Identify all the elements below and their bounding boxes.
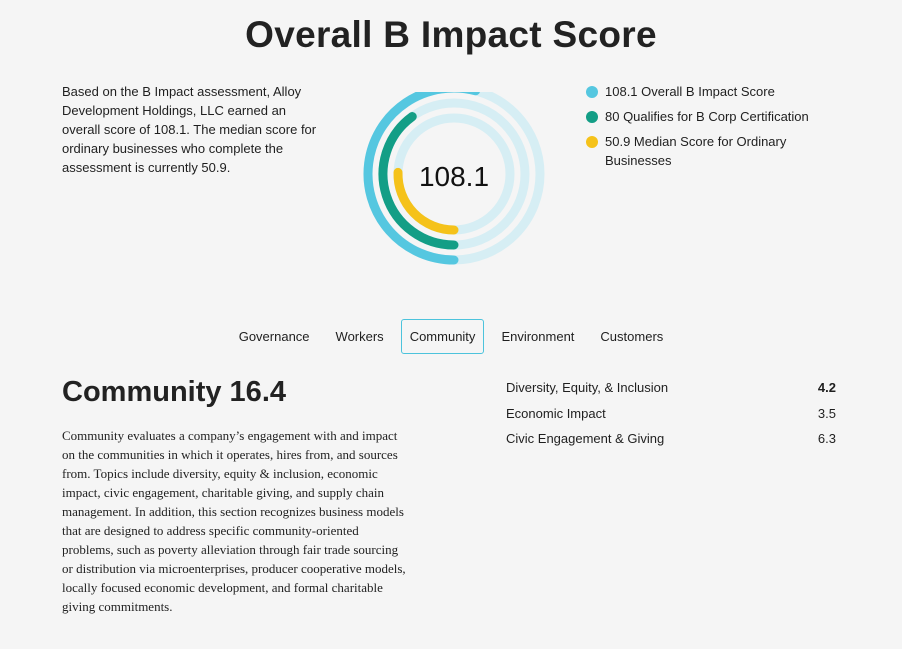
subscore-value: 4.2 bbox=[817, 380, 836, 395]
legend-label: 80 Qualifies for B Corp Certification bbox=[605, 109, 809, 124]
tab-customers[interactable]: Customers bbox=[591, 319, 672, 354]
legend-item-certification: 80 Qualifies for B Corp Certification bbox=[586, 107, 826, 126]
subscore-label: Diversity, Equity, & Inclusion bbox=[506, 380, 669, 395]
impact-area-tabs: Governance Workers Community Environment… bbox=[0, 319, 902, 354]
legend-label: 108.1 Overall B Impact Score bbox=[605, 84, 775, 99]
score-radial-chart: 108.1 bbox=[363, 92, 545, 265]
score-intro-text: Based on the B Impact assessment, Alloy … bbox=[62, 84, 317, 175]
legend-label: 50.9 Median Score for Ordinary Businesse… bbox=[605, 134, 787, 168]
legend-item-overall: 108.1 Overall B Impact Score bbox=[586, 82, 826, 101]
legend-dot-icon bbox=[586, 86, 598, 98]
tab-community[interactable]: Community bbox=[400, 319, 485, 354]
subscore-value: 3.5 bbox=[817, 405, 836, 421]
donut-center-score: 108.1 bbox=[419, 161, 489, 192]
subscore-list: Diversity, Equity, & Inclusion 4.2 Econo… bbox=[506, 378, 836, 455]
legend-item-median: 50.9 Median Score for Ordinary Businesse… bbox=[586, 132, 826, 170]
subscore-label: Civic Engagement & Giving bbox=[506, 431, 665, 446]
subscore-row: Economic Impact 3.5 bbox=[506, 404, 836, 424]
page-title: Overall B Impact Score bbox=[245, 14, 657, 55]
tab-governance[interactable]: Governance bbox=[230, 319, 319, 354]
tab-environment[interactable]: Environment bbox=[492, 319, 583, 354]
legend-dot-icon bbox=[586, 136, 598, 148]
subscore-label: Economic Impact bbox=[506, 405, 606, 421]
subscore-value: 6.3 bbox=[817, 431, 836, 446]
subscore-row: Civic Engagement & Giving 6.3 bbox=[506, 429, 836, 449]
score-legend: 108.1 Overall B Impact Score 80 Qualifie… bbox=[586, 82, 826, 176]
legend-dot-icon bbox=[586, 111, 598, 123]
section-title: Community 16.4 bbox=[62, 376, 286, 408]
subscore-row: Diversity, Equity, & Inclusion 4.2 bbox=[506, 378, 836, 398]
section-description: Community evaluates a company’s engageme… bbox=[62, 428, 406, 614]
tab-workers[interactable]: Workers bbox=[327, 319, 393, 354]
